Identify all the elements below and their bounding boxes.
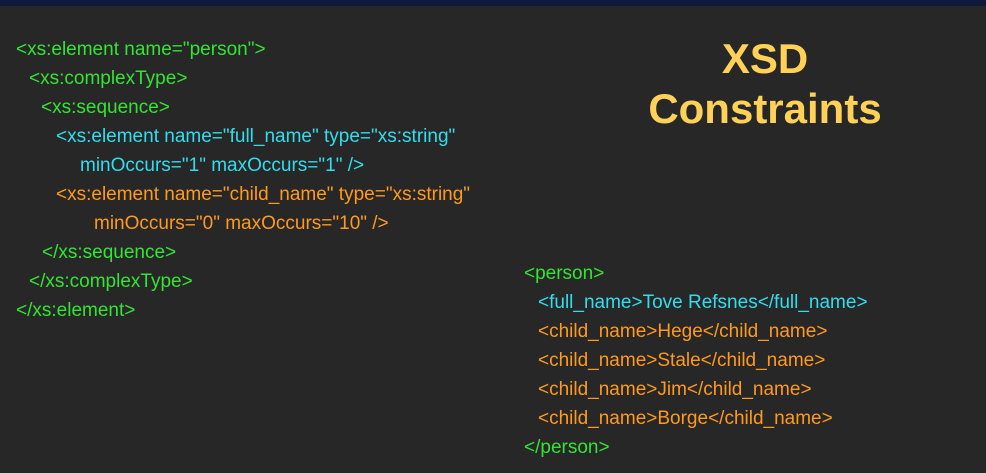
schema-line-2: <xs:complexType>	[29, 68, 188, 89]
schema-line-5: minOccurs="1" maxOccurs="1" />	[80, 155, 365, 176]
schema-line-9: </xs:complexType>	[29, 271, 193, 292]
xml-line-7: </person>	[524, 437, 610, 458]
title-line-1: XSD	[721, 35, 809, 82]
xml-line-3: <child_name>Hege</child_name>	[538, 321, 828, 342]
schema-line-8: </xs:sequence>	[42, 242, 177, 263]
xml-line-5: <child_name>Jim</child_name>	[538, 379, 812, 400]
slide-title: XSD Constraints	[620, 34, 910, 134]
title-line-2: Constraints	[648, 85, 882, 132]
schema-line-3: <xs:sequence>	[41, 97, 170, 118]
xml-line-1: <person>	[524, 263, 605, 284]
xml-line-2: <full_name>Tove Refsnes</full_name>	[538, 292, 868, 313]
schema-line-1: <xs:element name="person">	[16, 39, 266, 60]
slide-page: { "title": { "line1": "XSD", "line2": "C…	[0, 0, 986, 473]
schema-line-4: <xs:element name="full_name" type="xs:st…	[56, 126, 456, 147]
schema-line-10: </xs:element>	[16, 300, 136, 321]
xml-line-6: <child_name>Borge</child_name>	[538, 408, 833, 429]
xml-line-4: <child_name>Stale</child_name>	[538, 350, 826, 371]
schema-line-6: <xs:element name="child_name" type="xs:s…	[56, 184, 471, 205]
schema-line-7: minOccurs="0" maxOccurs="10" />	[94, 213, 389, 234]
slide-content: XSD Constraints <xs:element name="person…	[0, 6, 986, 473]
